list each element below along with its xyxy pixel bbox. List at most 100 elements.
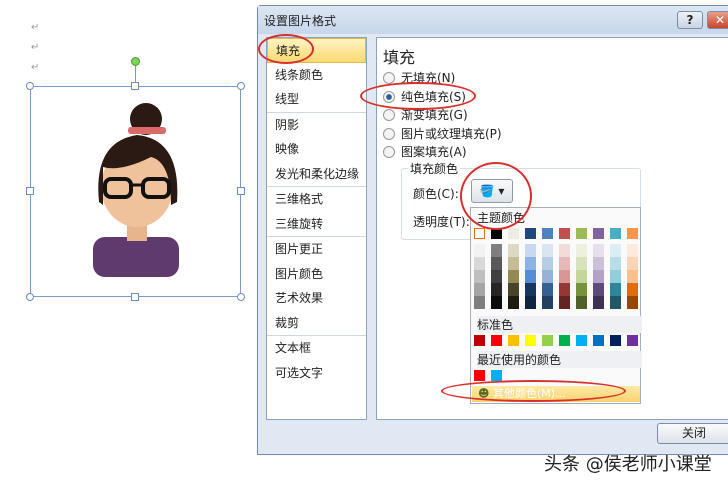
- theme-shade-swatch[interactable]: [576, 296, 587, 309]
- close-x-button[interactable]: ✕: [707, 11, 728, 29]
- sidebar-item[interactable]: 裁剪: [267, 311, 366, 336]
- theme-color-swatch[interactable]: [576, 228, 587, 239]
- theme-shade-swatch[interactable]: [627, 244, 638, 257]
- theme-shade-swatch[interactable]: [610, 270, 621, 283]
- theme-shade-swatch[interactable]: [525, 296, 536, 309]
- theme-shade-swatch[interactable]: [525, 244, 536, 257]
- sidebar-item[interactable]: 发光和柔化边缘: [267, 162, 366, 187]
- theme-color-swatch[interactable]: [474, 228, 485, 239]
- theme-color-swatch[interactable]: [593, 228, 604, 239]
- resize-handle[interactable]: [237, 187, 245, 195]
- theme-shade-swatch[interactable]: [610, 283, 621, 296]
- theme-shade-swatch[interactable]: [474, 244, 485, 257]
- recent-color-swatch[interactable]: [474, 370, 485, 381]
- standard-color-swatch[interactable]: [525, 335, 536, 346]
- resize-handle[interactable]: [131, 82, 139, 90]
- rotate-handle[interactable]: [131, 57, 140, 66]
- theme-shade-swatch[interactable]: [474, 283, 485, 296]
- theme-shade-swatch[interactable]: [593, 244, 604, 257]
- theme-shade-swatch[interactable]: [576, 283, 587, 296]
- standard-color-swatch[interactable]: [576, 335, 587, 346]
- theme-color-swatch[interactable]: [610, 228, 621, 239]
- theme-shade-swatch[interactable]: [491, 296, 502, 309]
- theme-color-swatch[interactable]: [508, 228, 519, 239]
- theme-shade-swatch[interactable]: [491, 270, 502, 283]
- sidebar-item[interactable]: 映像: [267, 137, 366, 162]
- theme-shade-swatch[interactable]: [559, 283, 570, 296]
- standard-color-swatch[interactable]: [474, 335, 485, 346]
- theme-shade-swatch[interactable]: [508, 283, 519, 296]
- theme-shade-swatch[interactable]: [559, 270, 570, 283]
- resize-handle[interactable]: [237, 293, 245, 301]
- theme-shade-swatch[interactable]: [542, 244, 553, 257]
- resize-handle[interactable]: [237, 82, 245, 90]
- standard-color-swatch[interactable]: [491, 335, 502, 346]
- theme-shade-swatch[interactable]: [508, 257, 519, 270]
- theme-shade-swatch[interactable]: [542, 257, 553, 270]
- standard-color-swatch[interactable]: [508, 335, 519, 346]
- sidebar-item[interactable]: 线条颜色: [267, 63, 366, 88]
- theme-shade-swatch[interactable]: [593, 296, 604, 309]
- theme-shade-swatch[interactable]: [559, 296, 570, 309]
- theme-shade-swatch[interactable]: [627, 270, 638, 283]
- selected-picture[interactable]: [30, 86, 241, 297]
- resize-handle[interactable]: [26, 82, 34, 90]
- recent-color-swatch[interactable]: [491, 370, 502, 381]
- sidebar-item[interactable]: 文本框: [267, 336, 366, 361]
- theme-shade-swatch[interactable]: [491, 283, 502, 296]
- theme-shade-swatch[interactable]: [593, 270, 604, 283]
- theme-shade-swatch[interactable]: [559, 244, 570, 257]
- theme-color-swatch[interactable]: [542, 228, 553, 239]
- sidebar-item[interactable]: 阴影: [267, 113, 366, 138]
- resize-handle[interactable]: [26, 293, 34, 301]
- radio-circle[interactable]: [383, 72, 395, 84]
- sidebar-item[interactable]: 图片颜色: [267, 262, 366, 287]
- theme-shade-swatch[interactable]: [525, 270, 536, 283]
- sidebar-item[interactable]: 可选文字: [267, 361, 366, 386]
- resize-handle[interactable]: [131, 293, 139, 301]
- theme-shade-swatch[interactable]: [610, 296, 621, 309]
- theme-shade-swatch[interactable]: [474, 296, 485, 309]
- radio-circle[interactable]: [383, 146, 395, 158]
- theme-shade-swatch[interactable]: [610, 257, 621, 270]
- theme-shade-swatch[interactable]: [525, 257, 536, 270]
- theme-shade-swatch[interactable]: [508, 296, 519, 309]
- theme-shade-swatch[interactable]: [508, 270, 519, 283]
- theme-shade-swatch[interactable]: [593, 257, 604, 270]
- close-button[interactable]: 关闭: [657, 423, 728, 444]
- standard-color-swatch[interactable]: [627, 335, 638, 346]
- sidebar-item[interactable]: 线型: [267, 87, 366, 112]
- radio-circle[interactable]: [383, 109, 395, 121]
- theme-shade-swatch[interactable]: [542, 283, 553, 296]
- sidebar-item[interactable]: 图片更正: [267, 237, 366, 262]
- theme-shade-swatch[interactable]: [559, 257, 570, 270]
- sidebar-item[interactable]: 三维旋转: [267, 212, 366, 237]
- theme-shade-swatch[interactable]: [491, 257, 502, 270]
- theme-shade-swatch[interactable]: [610, 244, 621, 257]
- radio-circle[interactable]: [383, 127, 395, 140]
- theme-shade-swatch[interactable]: [576, 244, 587, 257]
- sidebar-item[interactable]: 三维格式: [267, 187, 366, 212]
- theme-shade-swatch[interactable]: [542, 296, 553, 309]
- theme-color-swatch[interactable]: [627, 228, 638, 239]
- theme-shade-swatch[interactable]: [491, 244, 502, 257]
- theme-shade-swatch[interactable]: [576, 270, 587, 283]
- theme-shade-swatch[interactable]: [627, 283, 638, 296]
- theme-shade-swatch[interactable]: [474, 270, 485, 283]
- resize-handle[interactable]: [26, 187, 34, 195]
- theme-shade-swatch[interactable]: [474, 257, 485, 270]
- theme-shade-swatch[interactable]: [542, 270, 553, 283]
- theme-shade-swatch[interactable]: [576, 257, 587, 270]
- theme-shade-swatch[interactable]: [525, 283, 536, 296]
- theme-shade-swatch[interactable]: [508, 244, 519, 257]
- standard-color-swatch[interactable]: [610, 335, 621, 346]
- standard-color-swatch[interactable]: [542, 335, 553, 346]
- theme-color-swatch[interactable]: [525, 228, 536, 239]
- sidebar-item[interactable]: 艺术效果: [267, 286, 366, 311]
- theme-shade-swatch[interactable]: [627, 296, 638, 309]
- help-button[interactable]: ?: [677, 11, 703, 29]
- theme-shade-swatch[interactable]: [627, 257, 638, 270]
- standard-color-swatch[interactable]: [593, 335, 604, 346]
- fill-option-radio[interactable]: 图片或纹理填充(P): [383, 126, 502, 144]
- standard-color-swatch[interactable]: [559, 335, 570, 346]
